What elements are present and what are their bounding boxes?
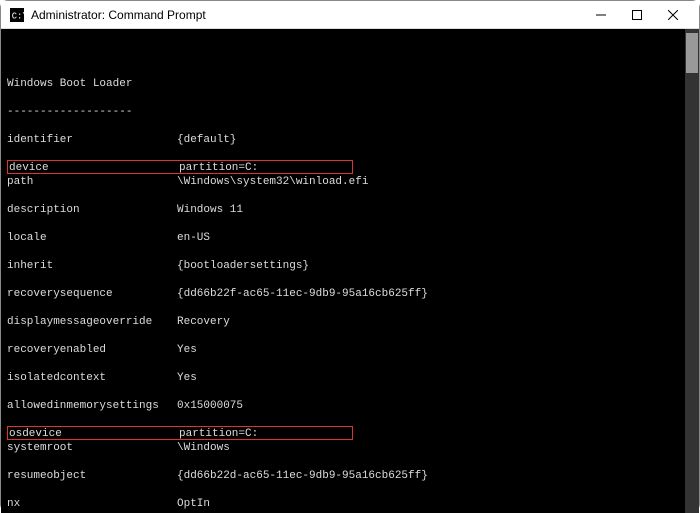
- table-row: inherit{bootloadersettings}: [7, 259, 685, 273]
- table-row: isolatedcontextYes: [7, 371, 685, 385]
- section-heading: Windows Boot Loader: [7, 77, 685, 91]
- table-row: descriptionWindows 11: [7, 203, 685, 217]
- table-row: identifier{default}: [7, 133, 685, 147]
- vertical-scrollbar[interactable]: [685, 29, 699, 513]
- terminal-icon: C:\: [9, 7, 25, 23]
- minimize-button[interactable]: [583, 1, 619, 29]
- table-row: localeen-US: [7, 231, 685, 245]
- console-output[interactable]: Windows Boot Loader ------------------- …: [1, 29, 685, 513]
- section-rule: -------------------: [7, 105, 685, 119]
- table-row: recoveryenabledYes: [7, 343, 685, 357]
- table-row: displaymessageoverrideRecovery: [7, 315, 685, 329]
- table-row: nxOptIn: [7, 497, 685, 511]
- console-area: Windows Boot Loader ------------------- …: [1, 29, 699, 513]
- table-row: systemroot\Windows: [7, 441, 685, 455]
- close-button[interactable]: [655, 1, 691, 29]
- table-row-highlighted: devicepartition=C:: [7, 160, 353, 174]
- window-title: Administrator: Command Prompt: [31, 8, 206, 22]
- svg-text:C:\: C:\: [12, 11, 24, 21]
- titlebar: C:\ Administrator: Command Prompt: [1, 1, 699, 29]
- table-row-highlighted: osdevicepartition=C:: [7, 426, 353, 440]
- table-row: resumeobject{dd66b22d-ac65-11ec-9db9-95a…: [7, 469, 685, 483]
- table-row: recoverysequence{dd66b22f-ac65-11ec-9db9…: [7, 287, 685, 301]
- table-row: allowedinmemorysettings0x15000075: [7, 399, 685, 413]
- maximize-button[interactable]: [619, 1, 655, 29]
- scrollbar-thumb[interactable]: [686, 33, 698, 73]
- table-row: path\Windows\system32\winload.efi: [7, 175, 685, 189]
